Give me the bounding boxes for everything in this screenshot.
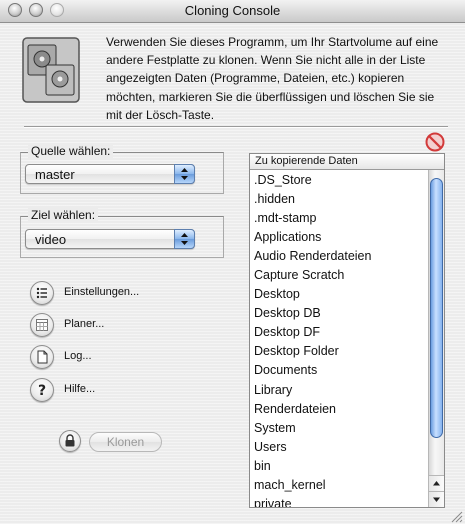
question-icon: ? — [30, 378, 54, 402]
scroll-down-arrow[interactable] — [429, 491, 444, 507]
help-label: Hilfe... — [64, 383, 96, 395]
list-rows: .DS_Store .hidden .mdt-stamp Applications Au… — [250, 171, 429, 507]
source-selected-value: master — [35, 167, 75, 182]
source-select[interactable]: master — [25, 164, 195, 184]
list-item[interactable]: Audio Renderdateien — [250, 247, 429, 266]
cloning-console-window: Cloning Console Verwenden Sie dieses Pro… — [0, 0, 465, 524]
list-item[interactable]: .DS_Store — [250, 171, 429, 190]
list-item[interactable]: .hidden — [250, 190, 429, 209]
target-selected-value: video — [35, 232, 67, 247]
list-icon — [30, 281, 54, 305]
no-entry-icon[interactable] — [425, 132, 445, 152]
target-select[interactable]: video — [25, 229, 195, 249]
lock-icon[interactable] — [59, 430, 81, 452]
list-item[interactable]: Desktop Folder — [250, 342, 429, 361]
document-icon — [30, 345, 54, 369]
list-item[interactable]: Renderdateien — [250, 400, 429, 419]
resize-grip-icon[interactable] — [449, 509, 463, 523]
list-item[interactable]: Documents — [250, 361, 429, 380]
list-item[interactable]: bin — [250, 457, 429, 476]
list-item[interactable]: Capture Scratch — [250, 266, 429, 285]
list-item[interactable]: mach_kernel — [250, 476, 429, 495]
title-bar[interactable]: Cloning Console — [0, 0, 465, 23]
settings-label: Einstellungen... — [64, 286, 140, 298]
separator — [24, 126, 448, 128]
scroll-thumb[interactable] — [430, 178, 443, 438]
dual-hard-drive-icon — [22, 37, 80, 103]
list-item[interactable]: Desktop DF — [250, 323, 429, 342]
list-item[interactable]: Applications — [250, 228, 429, 247]
source-label: Quelle wählen: — [28, 144, 114, 158]
svg-text:?: ? — [38, 383, 46, 399]
target-label: Ziel wählen: — [28, 208, 99, 222]
scroll-up-arrow[interactable] — [429, 475, 444, 491]
chevron-up-down-icon — [174, 229, 195, 249]
list-item[interactable]: .mdt-stamp — [250, 209, 429, 228]
list-item[interactable]: Library — [250, 381, 429, 400]
copy-data-list[interactable]: Zu kopierende Daten .DS_Store .hidden .mdt… — [249, 153, 445, 508]
list-scrollbar[interactable] — [428, 170, 444, 507]
scheduler-label: Planer... — [64, 318, 105, 330]
list-item[interactable]: System — [250, 419, 429, 438]
chevron-up-down-icon — [174, 164, 195, 184]
list-item[interactable]: Desktop DB — [250, 304, 429, 323]
list-item[interactable]: Users — [250, 438, 429, 457]
log-label: Log... — [64, 350, 92, 362]
intro-text: Verwenden Sie dieses Programm, um Ihr St… — [106, 35, 439, 122]
calendar-icon — [30, 313, 54, 337]
window-title: Cloning Console — [184, 3, 281, 18]
clone-button[interactable]: Klonen — [89, 432, 162, 452]
list-item[interactable]: Desktop — [250, 285, 429, 304]
list-item[interactable]: private — [250, 495, 429, 507]
list-header[interactable]: Zu kopierende Daten — [250, 154, 444, 170]
